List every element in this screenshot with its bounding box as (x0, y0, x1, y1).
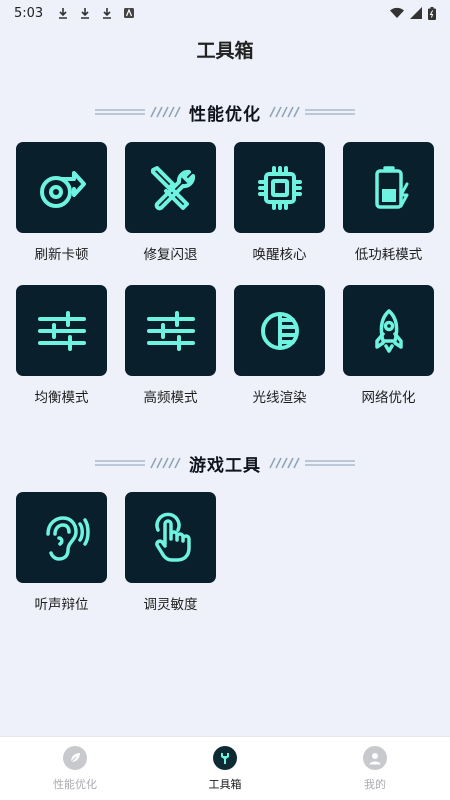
tools-icon (150, 165, 195, 210)
header-decoration-right (269, 457, 355, 469)
tool-ray-tracing[interactable]: 光线渲染 (234, 285, 325, 406)
performance-tools-grid: 刷新卡顿 修复闪退 唤醒核心 低功耗模式 均衡模式 高频模式 光线渲染 网络优化 (16, 142, 436, 406)
tool-refresh-lag[interactable]: 刷新卡顿 (16, 142, 107, 263)
tool-label: 唤醒核心 (252, 247, 307, 263)
tool-icon-box[interactable] (125, 492, 216, 583)
leaf-icon (63, 745, 87, 770)
download-icon (59, 8, 68, 19)
tool-icon-box[interactable] (343, 142, 434, 233)
tool-icon-box[interactable] (16, 492, 107, 583)
wrench-icon (213, 745, 237, 770)
tool-label: 听声辩位 (34, 597, 89, 613)
tool-fix-crash[interactable]: 修复闪退 (125, 142, 216, 263)
tool-label: 网络优化 (361, 390, 416, 406)
header-decoration-left (95, 106, 181, 118)
tool-label: 刷新卡顿 (34, 247, 89, 263)
tool-high-frequency-mode[interactable]: 高频模式 (125, 285, 216, 406)
status-bar: 5:03 (0, 0, 450, 26)
app-notification-icon (124, 8, 135, 18)
nav-tab-profile[interactable]: 我的 (320, 745, 430, 792)
tool-network-optimize[interactable]: 网络优化 (343, 285, 434, 406)
sliders-icon (37, 310, 86, 351)
tool-low-power-mode[interactable]: 低功耗模式 (343, 142, 434, 263)
tool-icon-box[interactable] (16, 142, 107, 233)
tool-label: 低功耗模式 (354, 247, 423, 263)
battery-icon (428, 6, 436, 20)
tool-label: 光线渲染 (252, 390, 307, 406)
wifi-icon (390, 7, 404, 18)
user-icon (363, 745, 387, 770)
tool-label: 调灵敏度 (143, 597, 198, 613)
nav-tab-toolbox[interactable]: 工具箱 (170, 745, 280, 792)
nav-tab-performance[interactable]: 性能优化 (20, 745, 130, 792)
status-time: 5:03 (14, 5, 44, 21)
tool-sound-location[interactable]: 听声辩位 (16, 492, 107, 613)
signal-icon (410, 7, 422, 19)
nav-label: 我的 (364, 777, 386, 791)
download-icon (81, 8, 90, 19)
section-header-performance: 性能优化 (0, 100, 450, 125)
section-header-game-tools: 游戏工具 (0, 451, 450, 476)
tool-label: 高频模式 (143, 390, 198, 406)
rocket-icon (374, 308, 403, 353)
tool-icon-box[interactable] (234, 142, 325, 233)
bottom-navigation: 性能优化 工具箱 我的 (0, 736, 450, 800)
ear-icon (45, 515, 90, 561)
tool-label: 修复闪退 (143, 247, 198, 263)
tool-balanced-mode[interactable]: 均衡模式 (16, 285, 107, 406)
turbo-icon (39, 170, 86, 208)
nav-label: 工具箱 (208, 777, 242, 791)
tool-icon-box[interactable] (343, 285, 434, 376)
nav-label: 性能优化 (53, 777, 97, 791)
tool-wake-core[interactable]: 唤醒核心 (234, 142, 325, 263)
header-decoration-left (95, 457, 181, 469)
page-title: 工具箱 (196, 40, 254, 62)
tool-icon-box[interactable] (125, 142, 216, 233)
header-decoration-right (269, 106, 355, 118)
touch-hand-icon (154, 512, 191, 562)
section-title: 性能优化 (189, 104, 261, 125)
cpu-chip-icon (257, 165, 302, 210)
download-icon (103, 8, 112, 19)
section-title: 游戏工具 (189, 455, 261, 476)
tool-adjust-sensitivity[interactable]: 调灵敏度 (125, 492, 216, 613)
tool-icon-box[interactable] (234, 285, 325, 376)
tool-icon-box[interactable] (125, 285, 216, 376)
lens-shading-icon (260, 311, 299, 350)
game-tools-grid: 听声辩位 调灵敏度 (16, 492, 436, 613)
tool-label: 均衡模式 (34, 390, 89, 406)
sliders-icon (146, 310, 195, 351)
battery-charging-icon (374, 165, 408, 209)
tool-icon-box[interactable] (16, 285, 107, 376)
